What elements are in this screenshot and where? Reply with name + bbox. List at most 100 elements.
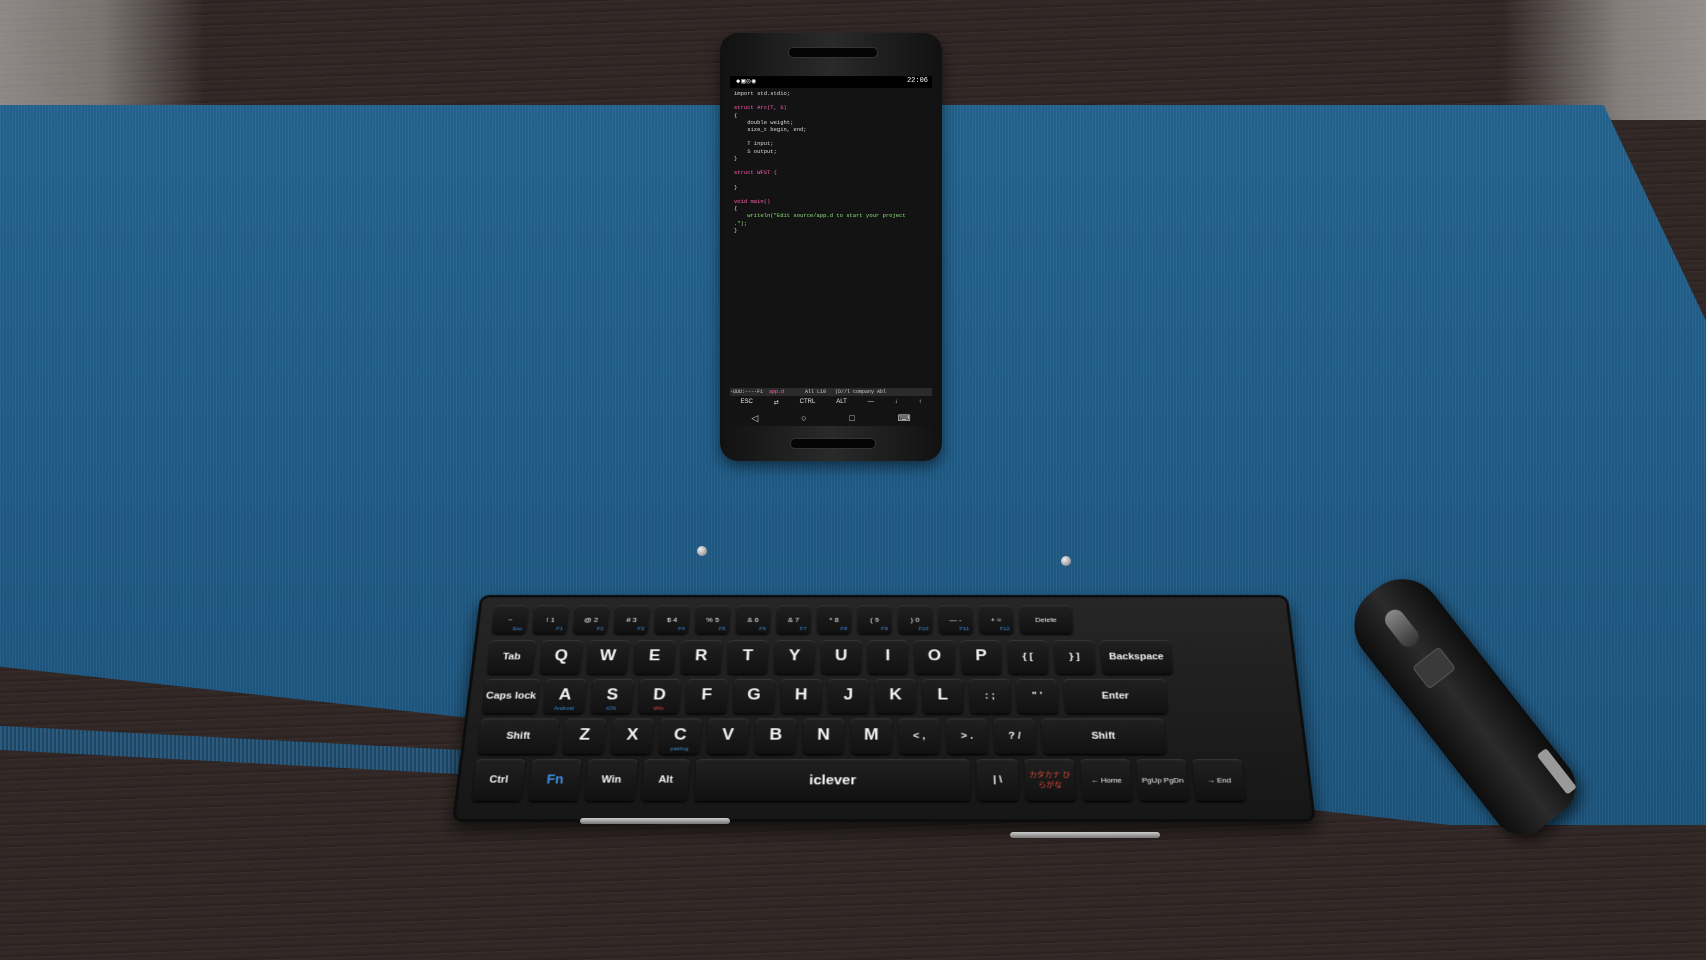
keyboard-key[interactable]: Cpairing: [659, 719, 702, 754]
keyboard-key[interactable]: B: [755, 719, 797, 754]
keyboard-key[interactable]: Alt: [641, 759, 689, 801]
keyboard-key[interactable]: R: [680, 640, 722, 674]
keyboard-key[interactable]: — - F11: [938, 606, 973, 634]
key-label: Fn: [530, 772, 581, 786]
keyboard-key[interactable]: W: [586, 640, 629, 674]
keyboard-icon[interactable]: ⌨: [898, 413, 911, 424]
keyboard-key[interactable]: * 8 F8: [817, 606, 851, 634]
keyboard-key[interactable]: Shift: [1041, 719, 1166, 754]
key-label: N: [803, 726, 844, 745]
keyboard-key[interactable]: カタカナ ひらがな: [1024, 759, 1075, 801]
keyboard-key[interactable]: ( 9 F9: [858, 606, 892, 634]
code-editor[interactable]: import std.stdio; struct Arc(T, S){ doubl…: [734, 90, 932, 234]
keyboard-key[interactable]: X: [610, 719, 654, 754]
extra-key[interactable]: CTRL: [800, 399, 816, 405]
keyboard-key[interactable]: # 3 F3: [614, 606, 650, 634]
extra-key[interactable]: —: [868, 399, 874, 405]
keyboard-key[interactable]: ← Home: [1080, 759, 1132, 801]
keyboard-key[interactable]: " ': [1016, 679, 1058, 713]
keyboard-key[interactable]: Caps lock: [482, 679, 540, 713]
keyboard-key[interactable]: ) 0 F10: [898, 606, 932, 634]
keyboard-key[interactable]: O: [914, 640, 955, 674]
keyboard-key[interactable]: | \: [976, 759, 1019, 801]
extra-key[interactable]: ↓: [895, 399, 898, 405]
code-line: [734, 133, 932, 140]
recents-icon[interactable]: □: [849, 413, 854, 423]
key-label: Win: [586, 774, 636, 785]
back-icon[interactable]: ◁: [751, 413, 758, 424]
keyboard-key[interactable]: Tab: [487, 640, 537, 674]
code-line: [734, 162, 932, 169]
extra-key[interactable]: ⇄: [774, 399, 779, 406]
keyboard-key[interactable]: ? /: [994, 719, 1036, 754]
keyboard-key[interactable]: Ctrl: [472, 759, 526, 801]
keyboard-key[interactable]: Y: [774, 640, 815, 674]
keyboard-key[interactable]: → End: [1192, 759, 1245, 801]
key-label: + =: [979, 616, 1013, 623]
keyboard-key[interactable]: P: [961, 640, 1002, 674]
keyboard-key[interactable]: H: [780, 679, 821, 713]
key-label: H: [781, 686, 822, 704]
key-label: " ': [1017, 691, 1058, 701]
keyboard-key[interactable]: Delete: [1019, 606, 1073, 634]
keyboard-key[interactable]: D Win: [638, 679, 681, 713]
keyboard-key[interactable]: J: [828, 679, 869, 713]
keyboard-key[interactable]: SiOS: [591, 679, 634, 713]
keyboard-key[interactable]: K: [875, 679, 916, 713]
space-bar[interactable]: iclever: [694, 759, 970, 801]
keyboard-key[interactable]: N: [803, 719, 845, 754]
keyboard-key[interactable]: { [: [1007, 640, 1048, 674]
keyboard-key[interactable]: } ]: [1054, 640, 1096, 674]
key-secondary-label: F10: [919, 627, 929, 632]
keyboard-key[interactable]: @ 2 F2: [573, 606, 609, 634]
keyboard-key[interactable]: PgUp PgDn: [1136, 759, 1189, 801]
keyboard-key[interactable]: ~ Esc: [492, 606, 529, 634]
extra-key[interactable]: ESC: [740, 399, 752, 405]
keyboard-key[interactable]: $ 4 F4: [654, 606, 690, 634]
status-notification-icons: ◆▣◎◉: [736, 77, 757, 86]
home-icon[interactable]: ○: [801, 413, 806, 423]
keyboard-key[interactable]: Backspace: [1100, 640, 1173, 674]
keyboard-key[interactable]: Z: [562, 719, 606, 754]
keyboard-key[interactable]: Q: [539, 640, 582, 674]
keyboard-key[interactable]: % 5 F5: [695, 606, 730, 634]
extra-key[interactable]: ↑: [919, 399, 922, 405]
keyboard-key[interactable]: V: [707, 719, 750, 754]
keyboard-key[interactable]: Enter: [1063, 679, 1168, 713]
key-label: Shift: [1042, 731, 1166, 742]
keyboard-key[interactable]: Fn: [528, 759, 581, 801]
code-line: double weight;: [734, 119, 932, 126]
keyboard-key[interactable]: A Android: [543, 679, 587, 713]
keyboard-key[interactable]: E: [633, 640, 675, 674]
keyboard-key[interactable]: > .: [946, 719, 988, 754]
keyboard-key[interactable]: + = F12: [979, 606, 1014, 634]
keyboard-key[interactable]: M: [851, 719, 892, 754]
key-label: Backspace: [1101, 652, 1172, 662]
keyboard-key[interactable]: : ;: [969, 679, 1011, 713]
keyboard-key[interactable]: < ,: [899, 719, 940, 754]
keyboard-key[interactable]: Shift: [477, 719, 559, 754]
code-line: [734, 97, 932, 104]
key-secondary-label: F8: [841, 627, 848, 632]
mouse-scroll-wheel: [1381, 606, 1423, 651]
key-label: V: [707, 726, 749, 745]
phone-bottom-speaker: [790, 438, 876, 449]
keyboard-key[interactable]: & 6 F6: [736, 606, 771, 634]
keyboard-key[interactable]: F: [685, 679, 727, 713]
code-line: {: [734, 112, 932, 119]
keyboard-key[interactable]: U: [821, 640, 861, 674]
keyboard-key[interactable]: L: [922, 679, 963, 713]
key-label: ? /: [994, 731, 1035, 742]
key-label: Q: [540, 647, 582, 665]
keyboard-key[interactable]: & 7 F7: [776, 606, 811, 634]
keyboard-key[interactable]: Win: [585, 759, 638, 801]
extra-key[interactable]: ALT: [836, 399, 847, 405]
key-label: Enter: [1064, 691, 1167, 701]
code-line: void main(): [734, 198, 932, 205]
keyboard-key[interactable]: T: [727, 640, 768, 674]
keyboard-key[interactable]: ! 1 F1: [532, 606, 569, 634]
keyboard-key[interactable]: I: [868, 640, 908, 674]
key-label: Tab: [488, 652, 535, 662]
mouse-side-button: [1412, 646, 1456, 689]
keyboard-key[interactable]: G: [733, 679, 775, 713]
